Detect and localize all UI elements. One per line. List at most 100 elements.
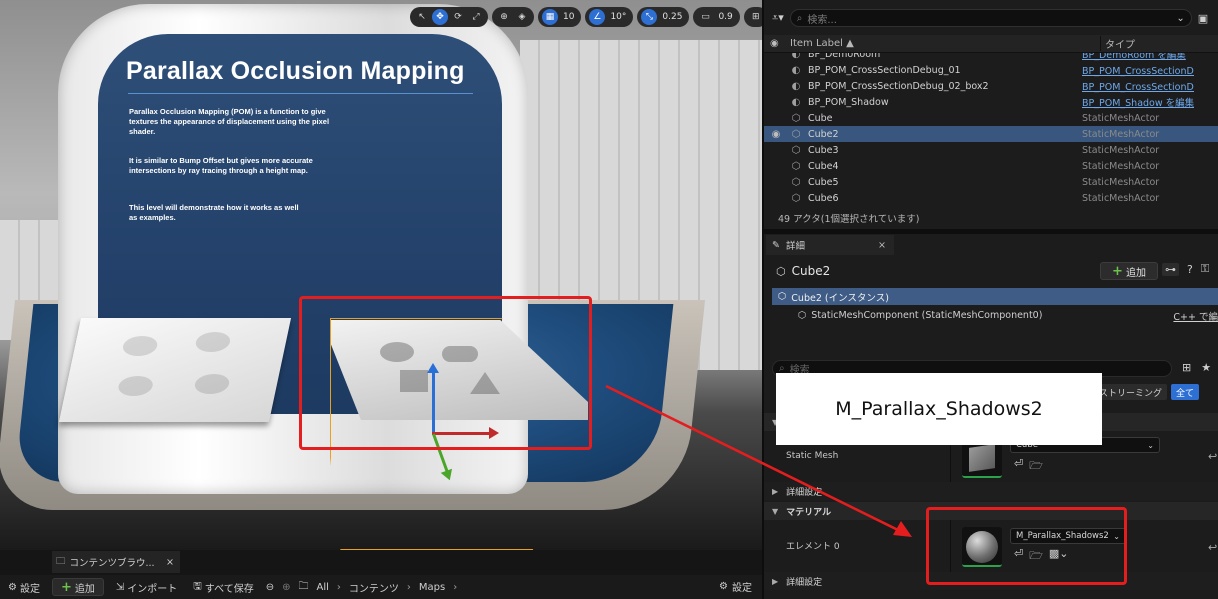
breadcrumb-content[interactable]: コンテンツ [349, 580, 399, 595]
grid-snap-icon[interactable]: ▦ [542, 9, 558, 25]
outliner-list[interactable]: ◐ BP_DemoRoom BP_DemoRoom を編集 ◐ BP_POM_Cross… [764, 53, 1218, 204]
angle-snap-icon[interactable]: ∠ [589, 9, 606, 25]
translate-mode-icon[interactable]: ✥ [432, 9, 448, 25]
add-component-button[interactable]: + 追加 [1100, 262, 1158, 280]
rotate-mode-icon[interactable]: ⟳ [450, 9, 466, 25]
visibility-column-icon[interactable]: ◉ [770, 38, 779, 49]
angle-snap-value[interactable]: 10° [607, 12, 629, 22]
filter-tab-streaming[interactable]: ストリーミング [1094, 384, 1168, 400]
selected-object-name[interactable]: Cube2 [792, 264, 831, 278]
edit-blueprint-link[interactable]: BP_DemoRoom を編集 [1082, 53, 1194, 61]
save-all-button[interactable]: 🖫 すべて保存 [189, 578, 257, 596]
breadcrumb-chevron-icon: › [406, 581, 411, 593]
pencil-icon: ✎ [772, 239, 780, 251]
use-selected-icon[interactable]: ⏎ [1014, 457, 1023, 476]
outliner-row-label: Cube3 [808, 144, 839, 156]
select-mode-icon[interactable]: ↖ [414, 9, 430, 25]
camera-speed-value[interactable]: 0.9 [715, 12, 735, 22]
camera-speed-group: ▭ 0.9 [693, 7, 740, 27]
viewport-title-text: Parallax Occlusion Mapping [126, 57, 465, 85]
chevron-down-icon[interactable]: ⌄ [1176, 13, 1184, 24]
details-search-icons: ⊞ ★ [1182, 361, 1211, 374]
forward-arrow-icon[interactable]: ⊕ [282, 582, 290, 593]
type-column[interactable]: タイプ [1100, 36, 1135, 51]
edit-blueprint-link[interactable]: BP_POM_CrossSectionDebug_01 を編集 [1082, 63, 1194, 77]
content-browser-tab[interactable]: 🗀 コンテンツブラウ... × [52, 551, 180, 573]
outliner-column-header: ◉ Item Label ▲ タイプ [764, 35, 1218, 53]
outliner-row[interactable]: ◐ BP_DemoRoom BP_DemoRoom を編集 [764, 53, 1218, 62]
edit-in-cpp-link[interactable]: C++ で編 [1173, 309, 1218, 323]
import-button[interactable]: ⇲ インポート [112, 578, 181, 596]
block-dimple [116, 376, 155, 396]
close-icon[interactable]: × [878, 240, 886, 251]
outliner-row[interactable]: ⬡ Cube StaticMeshActor [764, 110, 1218, 126]
details-tab[interactable]: ✎ 詳細 × [766, 235, 894, 255]
viewport-toolbar: ↖ ✥ ⟳ ⤢ ⊕ ◈ ▦ 10 ∠ 10° ⤡ 0.25 ▭ 0.9 ⊞ [410, 7, 762, 27]
browse-asset-icon[interactable]: 🗁 [1029, 457, 1043, 476]
add-content-button[interactable]: + 追加 [51, 578, 104, 596]
lock-icon[interactable]: ⚿ [1201, 262, 1209, 276]
scale-mode-icon[interactable]: ⤢ [468, 9, 484, 25]
outliner-row[interactable]: ◐ BP_POM_CrossSectionDebug_01 BP_POM_Cross… [764, 62, 1218, 78]
outliner-row[interactable]: ◐ BP_POM_Shadow BP_POM_Shadow を編集 [764, 94, 1218, 110]
blueprint-icon: ◐ [791, 64, 801, 76]
outliner-row[interactable]: ⬡ Cube3 StaticMeshActor [764, 142, 1218, 158]
panel-divider[interactable] [764, 229, 1218, 234]
back-arrow-icon[interactable]: ⊖ [266, 582, 274, 593]
settings-button-left[interactable]: ⚙ 設定 [4, 578, 44, 596]
reset-to-default-icon[interactable]: ↩ [1208, 450, 1217, 463]
grid-snap-group: ▦ 10 [538, 7, 582, 27]
outliner-row[interactable]: ◐ BP_POM_CrossSectionDebug_02_box2 BP_POM_… [764, 78, 1218, 94]
outliner-row[interactable]: ⬡ Cube4 StaticMeshActor [764, 158, 1218, 174]
outliner-row[interactable]: ⬡ Cube5 StaticMeshActor [764, 174, 1218, 190]
filter-tab-all[interactable]: 全て [1171, 384, 1200, 400]
outliner-row-label: BP_DemoRoom [808, 53, 881, 60]
component-row-static-mesh[interactable]: ⬡ StaticMeshComponent (StaticMeshCompone… [772, 307, 1218, 324]
grid-view-icon[interactable]: ⊞ [1182, 361, 1191, 374]
add-folder-icon[interactable]: ▣ [1198, 12, 1208, 25]
outliner-row-label: Cube2 [808, 128, 839, 140]
advanced-settings-row-1[interactable]: ▶ 詳細設定 [764, 482, 1218, 500]
favorite-star-icon[interactable]: ★ [1201, 361, 1211, 374]
scale-snap-icon[interactable]: ⤡ [641, 9, 658, 25]
block-dimple [120, 336, 160, 356]
reset-to-default-icon[interactable]: ↩ [1208, 541, 1217, 554]
info-paragraph-2: It is similar to Bump Offset but gives m… [129, 156, 313, 175]
settings-button-right[interactable]: ⚙ 設定 [719, 579, 752, 594]
world-space-icon[interactable]: ⊕ [496, 9, 512, 25]
edit-blueprint-link[interactable]: BP_POM_Shadow を編集 [1082, 95, 1194, 109]
static-mesh-icon: ⬡ [791, 176, 801, 188]
outliner-row-type: StaticMeshActor [1082, 144, 1160, 156]
outliner-search-input[interactable]: ⌕ 検索... ⌄ [789, 9, 1192, 27]
surface-snap-icon[interactable]: ◈ [514, 9, 530, 25]
breadcrumb-chevron-icon: › [336, 581, 341, 593]
bump-offset-sample-block[interactable] [58, 318, 292, 422]
filter-icon[interactable]: ⩡▾ [772, 11, 784, 25]
angle-snap-group: ∠ 10° [585, 7, 634, 27]
component-row-instance[interactable]: ⬡ Cube2 (インスタンス) [772, 288, 1218, 305]
item-label-column[interactable]: Item Label ▲ [764, 38, 1100, 49]
scale-snap-value[interactable]: 0.25 [659, 12, 685, 22]
breadcrumb-maps[interactable]: Maps [419, 582, 445, 593]
static-mesh-icon: ⬡ [778, 291, 787, 302]
add-component-label: 追加 [1125, 267, 1146, 279]
edit-blueprint-link[interactable]: BP_POM_CrossSectionDebug_02_box2 を編集 [1082, 79, 1194, 93]
static-mesh-icon: ⬡ [791, 112, 801, 124]
level-viewport[interactable]: Parallax Occlusion Mapping Parallax Occl… [0, 0, 762, 550]
blueprint-convert-icon[interactable]: ⊶ [1162, 262, 1179, 276]
help-icon[interactable]: ? [1187, 263, 1193, 276]
camera-speed-icon[interactable]: ▭ [697, 9, 713, 25]
transform-mode-group: ↖ ✥ ⟳ ⤢ [410, 7, 488, 27]
viewport-layout-icon[interactable]: ⊞ [748, 9, 762, 25]
breadcrumb-all[interactable]: All [316, 582, 328, 593]
close-icon[interactable]: × [166, 557, 174, 568]
outliner-row[interactable]: ⬡ Cube6 StaticMeshActor [764, 190, 1218, 204]
static-mesh-icon: ⬡ [791, 192, 801, 204]
details-header-icons: ⊶ ? ⚿ [1162, 262, 1209, 276]
advanced-settings-label-2: 詳細設定 [786, 577, 823, 588]
grid-snap-value[interactable]: 10 [560, 12, 577, 22]
layout-group: ⊞ [743, 7, 762, 27]
visibility-eye-icon[interactable]: ◉ [764, 129, 788, 140]
outliner-row[interactable]: ◉ ⬡ Cube2 StaticMeshActor [764, 126, 1218, 142]
annotation-callout: M_Parallax_Shadows2 [776, 373, 1102, 445]
